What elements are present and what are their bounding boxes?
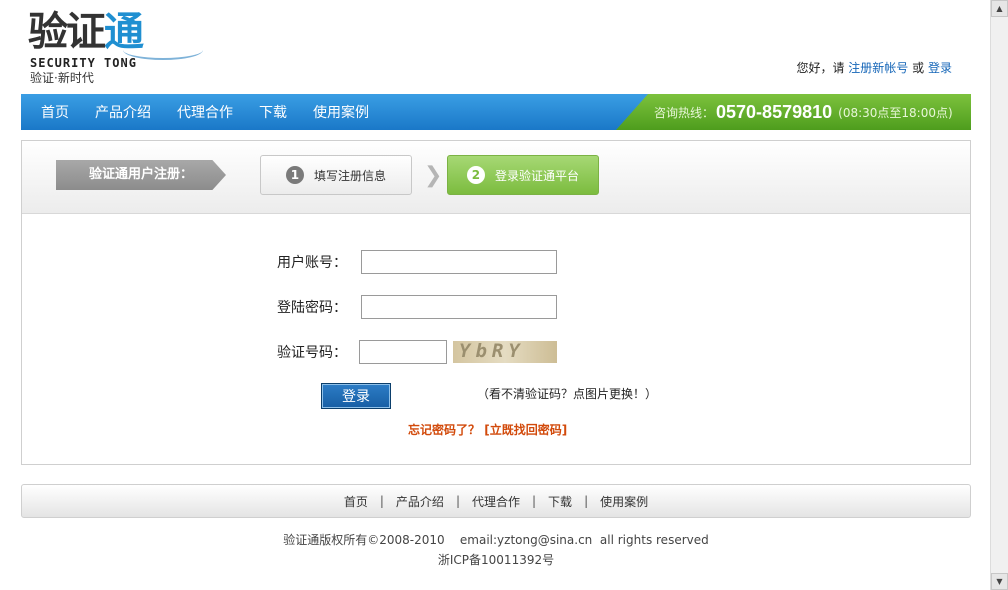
logo-wordmark-left: 验证 — [28, 8, 106, 55]
login-button[interactable]: 登录 — [321, 383, 391, 409]
site-logo[interactable]: 验证通 SECURITY TONG 验证·新时代 — [28, 8, 203, 86]
captcha-image-text: YbRY — [459, 341, 525, 362]
step-1-label: 填写注册信息 — [313, 168, 386, 183]
footer-separator: | — [532, 494, 537, 508]
footer-link-products[interactable]: 产品介绍 — [396, 493, 444, 510]
icp-license: 浙ICP备10011392号 — [437, 553, 555, 567]
nav-item-cases[interactable]: 使用案例 — [313, 102, 369, 122]
registration-steps: 验证通用户注册： 1 填写注册信息 ❯ 2 登录验证通平台 — [22, 141, 970, 214]
forgot-text: 忘记密码了？ — [408, 423, 481, 437]
footer-link-agents[interactable]: 代理合作 — [472, 493, 520, 510]
vertical-scrollbar[interactable]: ▲ ▼ — [990, 0, 1008, 590]
recover-password-link[interactable]: [立既找回密码] — [484, 423, 567, 437]
scroll-down-arrow-icon[interactable]: ▼ — [991, 573, 1008, 590]
password-input[interactable] — [361, 295, 557, 319]
nav-item-agents[interactable]: 代理合作 — [177, 102, 233, 122]
main-nav: 首页 产品介绍 代理合作 下载 使用案例 咨询热线： 0570-8579810 … — [21, 94, 971, 130]
step-fill-info[interactable]: 1 填写注册信息 — [260, 155, 412, 195]
nav-item-download[interactable]: 下载 — [259, 102, 287, 122]
account-label: 用户账号： — [277, 255, 347, 271]
footer-link-home[interactable]: 首页 — [344, 493, 368, 510]
step-2-label: 登录验证通平台 — [494, 168, 579, 183]
hotline-label: 咨询热线： — [654, 105, 715, 120]
hotline-banner: 咨询热线： 0570-8579810 (08:30点至18:00点) — [616, 94, 971, 130]
footer-nav: 首页 | 产品介绍 | 代理合作 | 下载 | 使用案例 — [21, 484, 971, 518]
login-panel: 验证通用户注册： 1 填写注册信息 ❯ 2 登录验证通平台 用户账号： 登陆密码… — [21, 140, 971, 465]
account-input[interactable] — [361, 250, 557, 274]
scroll-up-arrow-icon[interactable]: ▲ — [991, 0, 1008, 17]
step-login-platform[interactable]: 2 登录验证通平台 — [447, 155, 599, 195]
hotline-number: 0570-8579810 — [716, 101, 833, 122]
hotline-hours: (08:30点至18:00点) — [838, 105, 953, 120]
copyright-text: 验证通版权所有©2008-2010 email:yztong@sina.cn a… — [283, 533, 709, 547]
forgot-password: 忘记密码了？ [立既找回密码] — [408, 421, 567, 438]
captcha-hint: （看不清验证码？点图片更换！） — [477, 387, 658, 401]
register-link[interactable]: 注册新帐号 — [848, 61, 908, 75]
logo-tagline: 验证·新时代 — [30, 71, 94, 85]
footer-link-download[interactable]: 下载 — [548, 493, 572, 510]
password-label: 登陆密码： — [277, 300, 347, 316]
footer-separator: | — [455, 494, 460, 508]
password-row: 登陆密码： — [277, 294, 557, 320]
steps-title: 验证通用户注册： — [56, 160, 226, 190]
nav-item-products[interactable]: 产品介绍 — [95, 102, 151, 122]
login-link[interactable]: 登录 — [928, 61, 952, 75]
captcha-label: 验证号码： — [277, 345, 347, 361]
footer-link-cases[interactable]: 使用案例 — [600, 493, 648, 510]
footer-separator: | — [379, 494, 384, 508]
nav-items: 首页 产品介绍 代理合作 下载 使用案例 — [41, 94, 395, 130]
captcha-input[interactable] — [359, 340, 447, 364]
welcome-bar: 您好，请 注册新帐号 或 登录 — [796, 59, 952, 76]
captcha-image[interactable]: YbRY — [453, 341, 557, 363]
captcha-row: 验证号码： YbRY — [277, 339, 557, 365]
welcome-greeting: 您好，请 — [796, 61, 845, 75]
logo-english-name: SECURITY TONG — [30, 56, 137, 70]
step-1-number-icon: 1 — [285, 166, 304, 184]
account-row: 用户账号： — [277, 249, 557, 275]
nav-item-home[interactable]: 首页 — [41, 102, 69, 122]
welcome-or: 或 — [912, 61, 925, 75]
chevron-right-icon: ❯ — [424, 163, 443, 188]
step-2-number-icon: 2 — [466, 166, 485, 184]
footer-separator: | — [584, 494, 589, 508]
